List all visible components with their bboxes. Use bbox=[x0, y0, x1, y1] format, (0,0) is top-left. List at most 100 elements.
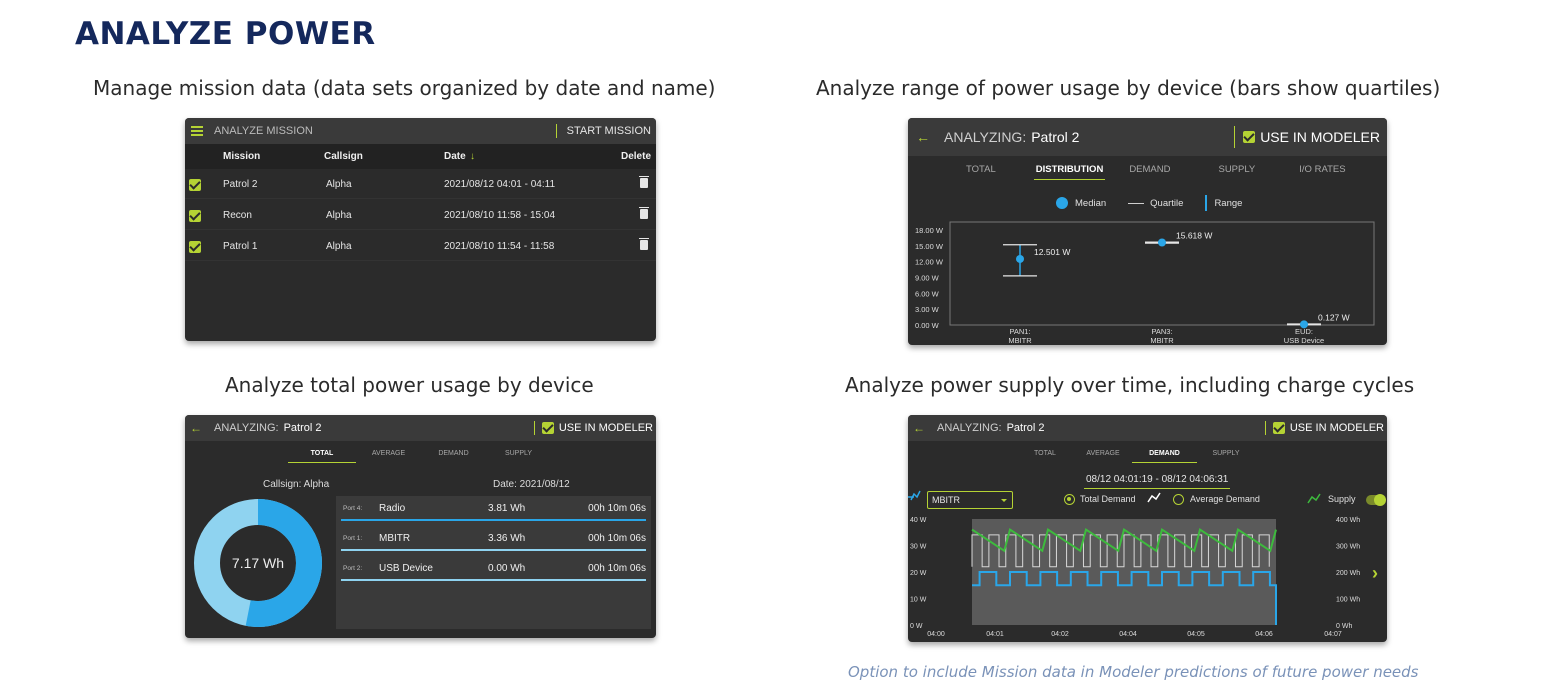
distribution-tabs: TOTAL DISTRIBUTION DEMAND SUPPLY I/O RAT… bbox=[964, 164, 1370, 180]
legend-median: Median bbox=[1075, 197, 1107, 209]
caption-supply: Analyze power supply over time, includin… bbox=[845, 373, 1415, 397]
mission-date: 2021/08/12 04:01 - 04:11 bbox=[444, 179, 556, 190]
checkbox-icon[interactable] bbox=[189, 179, 201, 191]
col-date[interactable]: Date bbox=[444, 151, 466, 162]
data-label: 0.127 W bbox=[1318, 312, 1350, 322]
analyzing-label: ANALYZING: bbox=[944, 129, 1027, 145]
mission-row[interactable]: Recon Alpha 2021/08/10 11:58 - 15:04 bbox=[185, 200, 656, 230]
y-tick-label: 30 W bbox=[910, 544, 927, 551]
date-label: Date: 2021/08/12 bbox=[493, 479, 570, 490]
caption-mission: Manage mission data (data sets organized… bbox=[93, 76, 716, 100]
demand-legend-icon bbox=[910, 490, 921, 501]
col-mission[interactable]: Mission bbox=[223, 151, 260, 162]
tab-demand[interactable]: DEMAND bbox=[421, 450, 486, 463]
trash-icon[interactable] bbox=[639, 207, 649, 219]
checkbox-icon[interactable] bbox=[189, 241, 201, 253]
mission-name: Patrol 2 bbox=[223, 179, 258, 190]
demand-panel: ← ANALYZING: Patrol 2 USE IN MODELER 40 … bbox=[908, 415, 1387, 642]
x-tick-label: EUD: bbox=[1295, 327, 1313, 336]
port-row[interactable]: Port 4: Radio 3.81 Wh 00h 10m 06s bbox=[341, 496, 646, 521]
mission-row[interactable]: Patrol 1 Alpha 2021/08/10 11:54 - 11:58 bbox=[185, 231, 656, 261]
start-mission-button[interactable]: START MISSION bbox=[567, 125, 651, 137]
port-row[interactable]: Port 2: USB Device 0.00 Wh 00h 10m 06s bbox=[341, 556, 646, 581]
x-tick-label: 04:05 bbox=[1187, 631, 1205, 638]
plot-frame bbox=[949, 221, 1375, 326]
tab-total[interactable]: TOTAL bbox=[1016, 450, 1074, 463]
y-tick-label: 10 W bbox=[910, 597, 927, 604]
chevron-right-icon[interactable]: › bbox=[1372, 563, 1378, 584]
energy-value: 3.36 Wh bbox=[488, 533, 526, 544]
x-tick-label: 04:07 bbox=[1324, 631, 1342, 638]
total-tabs: TOTAL AVERAGE DEMAND SUPPLY bbox=[288, 450, 551, 463]
average-demand-radio[interactable] bbox=[1173, 494, 1184, 505]
tab-distribution[interactable]: DISTRIBUTION bbox=[1033, 164, 1106, 180]
col-callsign[interactable]: Callsign bbox=[324, 151, 363, 162]
back-arrow-icon[interactable]: ← bbox=[190, 421, 202, 435]
port-label: Port 2: bbox=[343, 565, 363, 572]
port-label: Port 1: bbox=[343, 535, 363, 542]
tab-supply[interactable]: SUPPLY bbox=[1197, 450, 1255, 463]
y-tick-label: 40 W bbox=[910, 517, 927, 524]
x-tick-label: MBITR bbox=[1150, 336, 1174, 345]
port-row[interactable]: Port 1: MBITR 3.36 Wh 00h 10m 06s bbox=[341, 526, 646, 551]
x-tick-label: MBITR bbox=[1008, 336, 1032, 345]
use-in-modeler-toggle[interactable]: USE IN MODELER bbox=[1260, 129, 1380, 145]
chevron-down-icon bbox=[1001, 499, 1007, 505]
duration-value: 00h 10m 06s bbox=[588, 563, 646, 574]
duration-value: 00h 10m 06s bbox=[588, 533, 646, 544]
y-tick-label: 3.00 W bbox=[915, 305, 940, 314]
total-topbar: ← ANALYZING: Patrol 2 USE IN MODELER bbox=[185, 415, 656, 441]
y-tick-label: 12.00 W bbox=[915, 258, 944, 267]
mission-date: 2021/08/10 11:54 - 11:58 bbox=[444, 241, 555, 252]
time-range[interactable]: 08/12 04:01:19 - 08/12 04:06:31 bbox=[1084, 474, 1231, 489]
tab-io-rates[interactable]: I/O RATES bbox=[1297, 164, 1347, 180]
supply-label[interactable]: Supply bbox=[1328, 494, 1356, 504]
use-in-modeler-toggle[interactable]: USE IN MODELER bbox=[559, 422, 653, 434]
chart-legend: Median Quartile Range bbox=[1056, 195, 1242, 211]
y-tick-label: 0 Wh bbox=[1336, 623, 1352, 630]
tab-supply[interactable]: SUPPLY bbox=[1216, 164, 1257, 180]
checkbox-icon[interactable] bbox=[189, 210, 201, 222]
y-tick-label: 0 W bbox=[910, 623, 923, 630]
supply-legend-icon bbox=[1307, 493, 1321, 504]
caption-range: Analyze range of power usage by device (… bbox=[816, 76, 1441, 100]
energy-value: 0.00 Wh bbox=[488, 563, 526, 574]
duration-value: 00h 10m 06s bbox=[588, 503, 646, 514]
sort-down-icon[interactable]: ↓ bbox=[470, 151, 475, 162]
mission-name: Patrol 1 bbox=[223, 241, 258, 252]
checkbox-icon[interactable] bbox=[541, 422, 554, 434]
y-tick-label: 6.00 W bbox=[915, 289, 940, 298]
tab-demand[interactable]: DEMAND bbox=[1127, 164, 1172, 180]
supply-toggle[interactable] bbox=[1366, 494, 1386, 506]
tab-average[interactable]: AVERAGE bbox=[356, 450, 421, 463]
tab-average[interactable]: AVERAGE bbox=[1074, 450, 1132, 463]
trend-icon bbox=[1147, 492, 1161, 503]
total-demand-label[interactable]: Total Demand bbox=[1080, 494, 1136, 504]
back-arrow-icon[interactable]: ← bbox=[916, 129, 930, 145]
analyzing-value: Patrol 2 bbox=[1031, 129, 1080, 145]
checkbox-icon[interactable] bbox=[1243, 131, 1256, 143]
x-tick-label: PAN3: bbox=[1151, 327, 1172, 336]
average-demand-label[interactable]: Average Demand bbox=[1190, 494, 1260, 504]
device-select[interactable]: MBITR bbox=[927, 491, 1013, 509]
total-demand-radio[interactable] bbox=[1064, 494, 1075, 505]
tab-supply[interactable]: SUPPLY bbox=[486, 450, 551, 463]
callsign-label: Callsign: Alpha bbox=[263, 479, 330, 490]
tab-total[interactable]: TOTAL bbox=[964, 164, 998, 180]
trash-icon[interactable] bbox=[639, 176, 649, 188]
tab-demand[interactable]: DEMAND bbox=[1132, 450, 1197, 463]
mission-panel-title: ANALYZE MISSION bbox=[214, 125, 313, 137]
menu-icon[interactable] bbox=[191, 124, 203, 138]
mission-row[interactable]: Patrol 2 Alpha 2021/08/12 04:01 - 04:11 bbox=[185, 169, 656, 199]
trash-icon[interactable] bbox=[639, 238, 649, 250]
tab-total[interactable]: TOTAL bbox=[288, 450, 356, 463]
y-tick-label: 20 W bbox=[910, 570, 927, 577]
divider bbox=[533, 421, 535, 435]
y-tick-label: 400 Wh bbox=[1336, 517, 1360, 524]
analyzing-value: Patrol 2 bbox=[283, 422, 322, 434]
mission-date: 2021/08/10 11:58 - 15:04 bbox=[444, 210, 556, 221]
x-tick-label: 04:02 bbox=[1051, 631, 1069, 638]
device-name: USB Device bbox=[379, 563, 433, 574]
mission-table-header: Mission Callsign Date ↓ Delete bbox=[185, 144, 656, 169]
divider bbox=[555, 124, 557, 138]
